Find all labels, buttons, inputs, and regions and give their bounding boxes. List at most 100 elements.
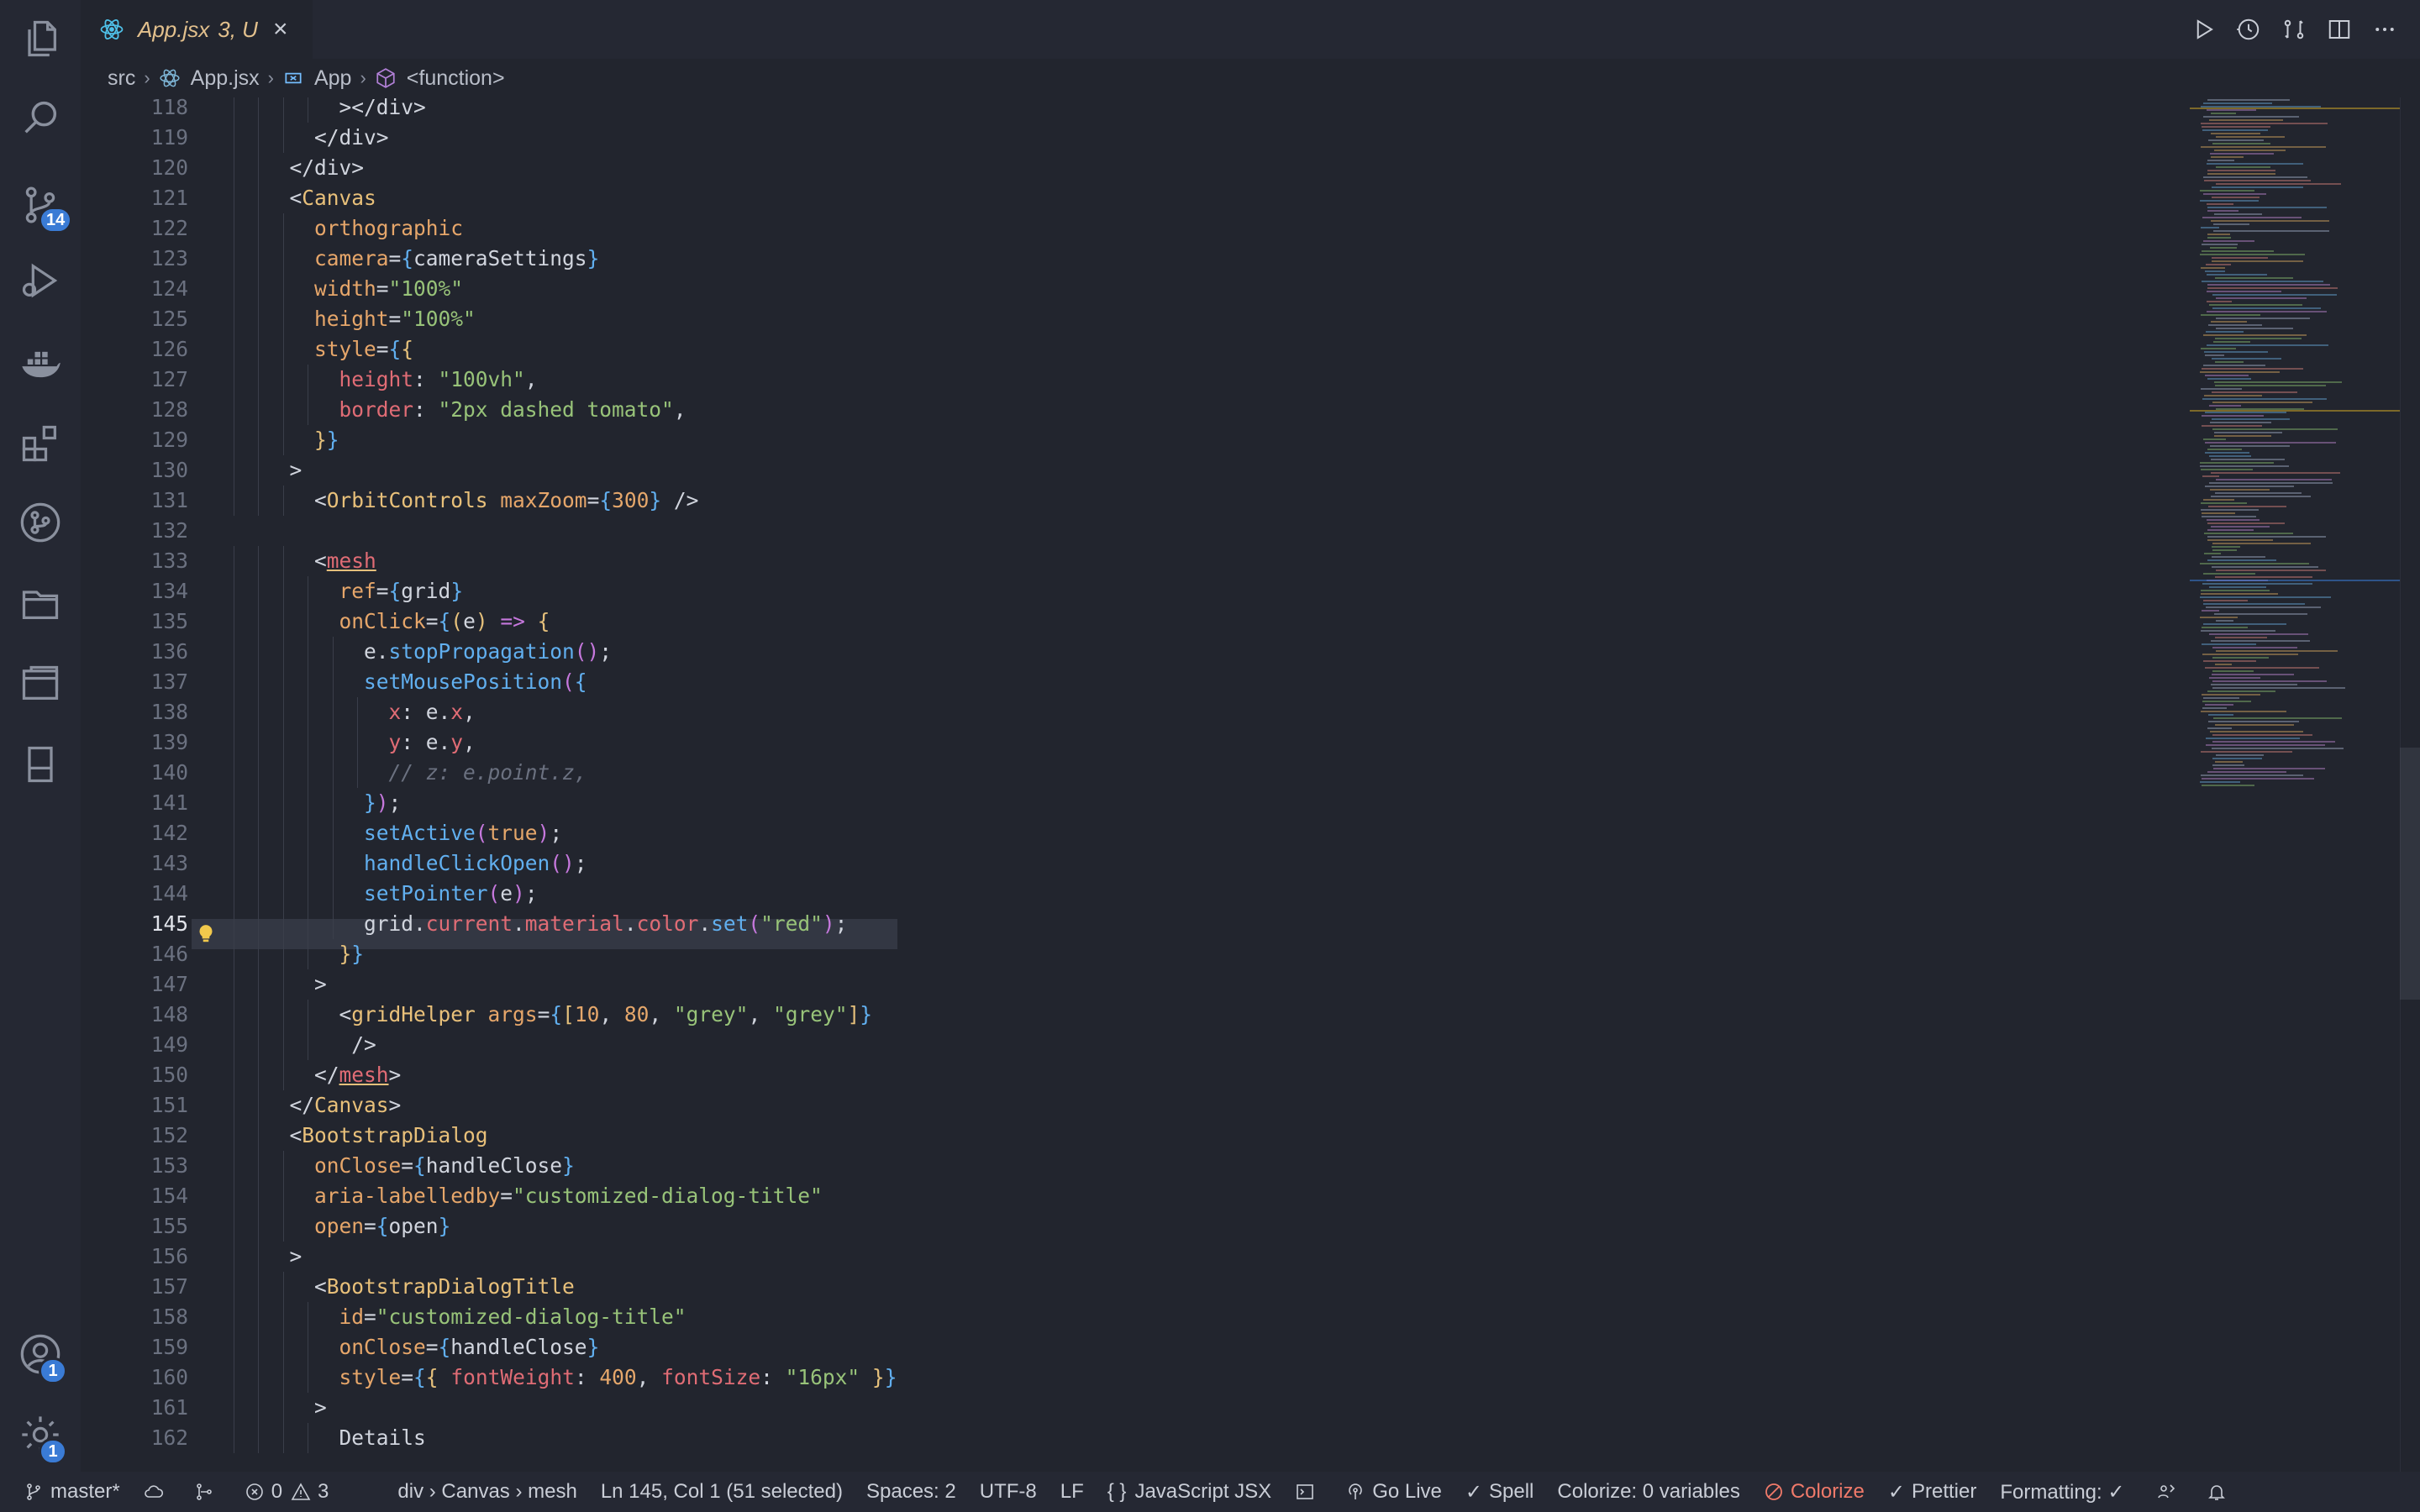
accounts-button[interactable]: 1 <box>0 1317 81 1391</box>
breadcrumb: src › App.jsx › App › <function> <box>81 59 2420 97</box>
minimap-line <box>2212 428 2338 430</box>
breadcrumb-folder[interactable]: src <box>108 66 135 91</box>
colorize-button[interactable]: Colorize <box>1752 1472 1876 1512</box>
indent-guide <box>258 304 259 334</box>
more-actions-button[interactable] <box>2370 14 2400 45</box>
language-mode[interactable]: { } JavaScript JSX <box>1096 1472 1283 1512</box>
git-graph-status[interactable] <box>182 1472 233 1512</box>
element-path[interactable]: div › Canvas › mesh <box>386 1472 588 1512</box>
minimap-line <box>2200 190 2254 192</box>
minimap-line <box>2215 385 2326 386</box>
end-of-line[interactable]: LF <box>1049 1472 1096 1512</box>
docker-icon <box>22 351 60 378</box>
more-actions-icon <box>2375 28 2394 31</box>
book-button[interactable] <box>0 727 81 801</box>
timeline-button[interactable] <box>2233 14 2264 45</box>
minimap-line <box>2216 328 2293 329</box>
close-icon[interactable]: × <box>273 17 288 42</box>
source-control-button[interactable]: 14 <box>0 168 81 242</box>
extensions-button[interactable] <box>0 407 81 480</box>
scrollbar-thumb[interactable] <box>2400 748 2420 1000</box>
code-line: grid.current.material.color.set("red"); <box>364 911 848 936</box>
spell-button[interactable]: ✓ Spell <box>1454 1472 1545 1512</box>
indent-guide <box>258 1211 259 1242</box>
code-line: border: "2px dashed tomato", <box>339 397 687 422</box>
minimap-line <box>2212 260 2303 262</box>
indent-guide <box>258 365 259 395</box>
remote-explorer-button[interactable] <box>0 647 81 721</box>
minimap-line <box>2212 758 2262 759</box>
breadcrumb-symbol[interactable]: App <box>314 66 351 91</box>
line-number: 128 <box>150 397 188 422</box>
minimap-line <box>2207 529 2254 531</box>
indent-guide <box>282 1181 284 1211</box>
sync-button[interactable] <box>132 1472 182 1512</box>
line-number: 144 <box>150 881 188 906</box>
minimap-line <box>2207 539 2273 541</box>
minimap-line <box>2211 684 2297 685</box>
line-number: 136 <box>150 639 188 664</box>
encoding[interactable]: UTF-8 <box>968 1472 1049 1512</box>
minimap-line <box>2208 139 2264 141</box>
minimap-line <box>2207 237 2231 239</box>
error-icon <box>245 1483 263 1500</box>
explorer-button[interactable] <box>0 2 81 76</box>
split-editor-button[interactable] <box>2324 14 2354 45</box>
cursor-position[interactable]: Ln 145, Col 1 (51 selected) <box>589 1472 855 1512</box>
line-number: 159 <box>150 1335 188 1359</box>
symbol-variable-icon <box>285 72 302 84</box>
terminal-status[interactable] <box>1283 1472 1334 1512</box>
search-button[interactable] <box>0 81 81 155</box>
indent-guide <box>258 1000 259 1030</box>
indent-guide <box>282 425 284 455</box>
breadcrumb-function[interactable]: <function> <box>407 66 505 91</box>
minimap-line <box>2211 220 2329 222</box>
lightbulb-icon[interactable] <box>195 922 217 946</box>
code-editor[interactable]: 118 119 120 121 122 123 124 125 126 127 128 129 130 1… <box>81 97 2190 1472</box>
formatting-status[interactable]: Formatting: ✓ <box>1988 1472 2136 1512</box>
minimap-line <box>2205 667 2319 669</box>
tab-app-jsx[interactable]: App.jsx 3, U × <box>81 0 313 59</box>
minimap-line <box>2207 234 2230 235</box>
chevron-right-icon: › <box>267 67 274 88</box>
manage-button[interactable]: 1 <box>0 1398 81 1472</box>
minimap-line <box>2204 395 2262 396</box>
prettier-button[interactable]: ✓ Prettier <box>1876 1472 1988 1512</box>
indent-guide <box>282 1362 284 1393</box>
docker-button[interactable] <box>0 328 81 402</box>
problems-status[interactable]: 0 3 <box>233 1472 341 1512</box>
minimap-line <box>2200 200 2259 202</box>
indent-guide <box>282 697 284 727</box>
go-live-button[interactable]: Go Live <box>1334 1472 1454 1512</box>
minimap-line <box>2202 516 2256 517</box>
minimap-line <box>2206 264 2231 265</box>
breadcrumb-file[interactable]: App.jsx <box>191 66 260 91</box>
minimap-line <box>2201 267 2225 269</box>
minimap-line <box>2203 176 2307 178</box>
minimap-line <box>2209 119 2283 121</box>
colorize-variables[interactable]: Colorize: 0 variables <box>1545 1472 1751 1512</box>
warning-count: 3 <box>318 1480 329 1503</box>
indentation[interactable]: Spaces: 2 <box>855 1472 968 1512</box>
notifications-button[interactable] <box>2195 1472 2245 1512</box>
minimap-line <box>2204 180 2311 181</box>
feedback-button[interactable] <box>2144 1472 2195 1512</box>
minimap-line <box>2207 344 2328 346</box>
project-manager-button[interactable] <box>0 566 81 640</box>
minimap-line <box>2206 738 2300 739</box>
minimap[interactable] <box>2190 97 2400 1472</box>
minimap-line <box>2209 633 2308 635</box>
minimap-line <box>2201 146 2326 148</box>
minimap-line <box>2203 603 2305 605</box>
line-number: 162 <box>150 1425 188 1450</box>
indent-guide <box>258 153 259 183</box>
compare-changes-button[interactable] <box>2279 14 2309 45</box>
git-graph-button[interactable] <box>0 486 81 559</box>
code-line: }} <box>314 428 339 452</box>
line-number: 130 <box>150 458 188 482</box>
branch-status[interactable]: master* <box>0 1472 132 1512</box>
run-debug-button[interactable] <box>0 244 81 318</box>
run-button[interactable] <box>2188 14 2218 45</box>
minimap-line <box>2211 640 2310 642</box>
run-icon <box>2196 19 2213 39</box>
